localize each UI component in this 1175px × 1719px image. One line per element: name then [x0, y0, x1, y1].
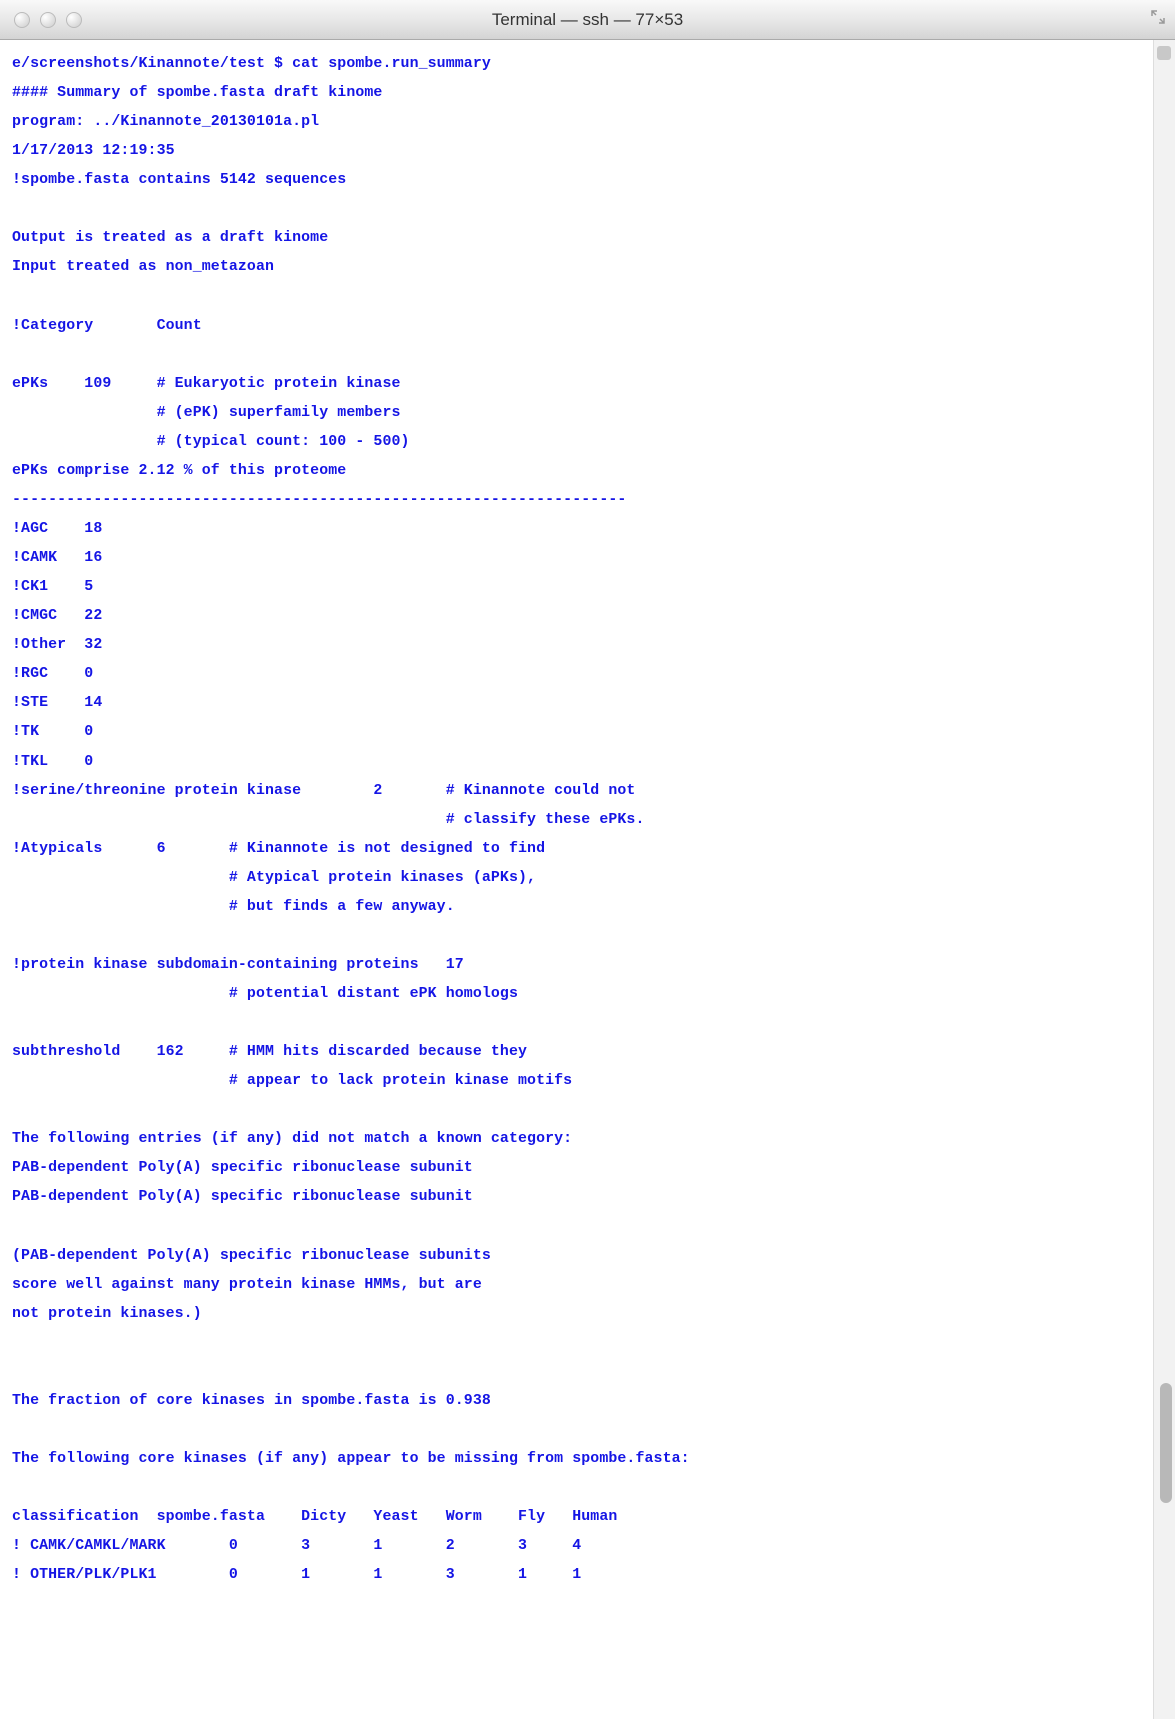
window-title: Terminal — ssh — 77×53: [492, 10, 683, 30]
zoom-button[interactable]: [66, 12, 82, 28]
scrollbar-track[interactable]: [1153, 40, 1175, 1719]
minimize-button[interactable]: [40, 12, 56, 28]
window-controls: [0, 12, 82, 28]
expand-icon[interactable]: [1151, 10, 1165, 29]
close-button[interactable]: [14, 12, 30, 28]
scrollbar-thumb[interactable]: [1160, 1383, 1172, 1503]
content-area: e/screenshots/Kinannote/test $ cat spomb…: [0, 40, 1175, 1719]
scroll-indicator-icon: [1157, 46, 1171, 60]
terminal-output[interactable]: e/screenshots/Kinannote/test $ cat spomb…: [0, 40, 1153, 1719]
window-titlebar: Terminal — ssh — 77×53: [0, 0, 1175, 40]
